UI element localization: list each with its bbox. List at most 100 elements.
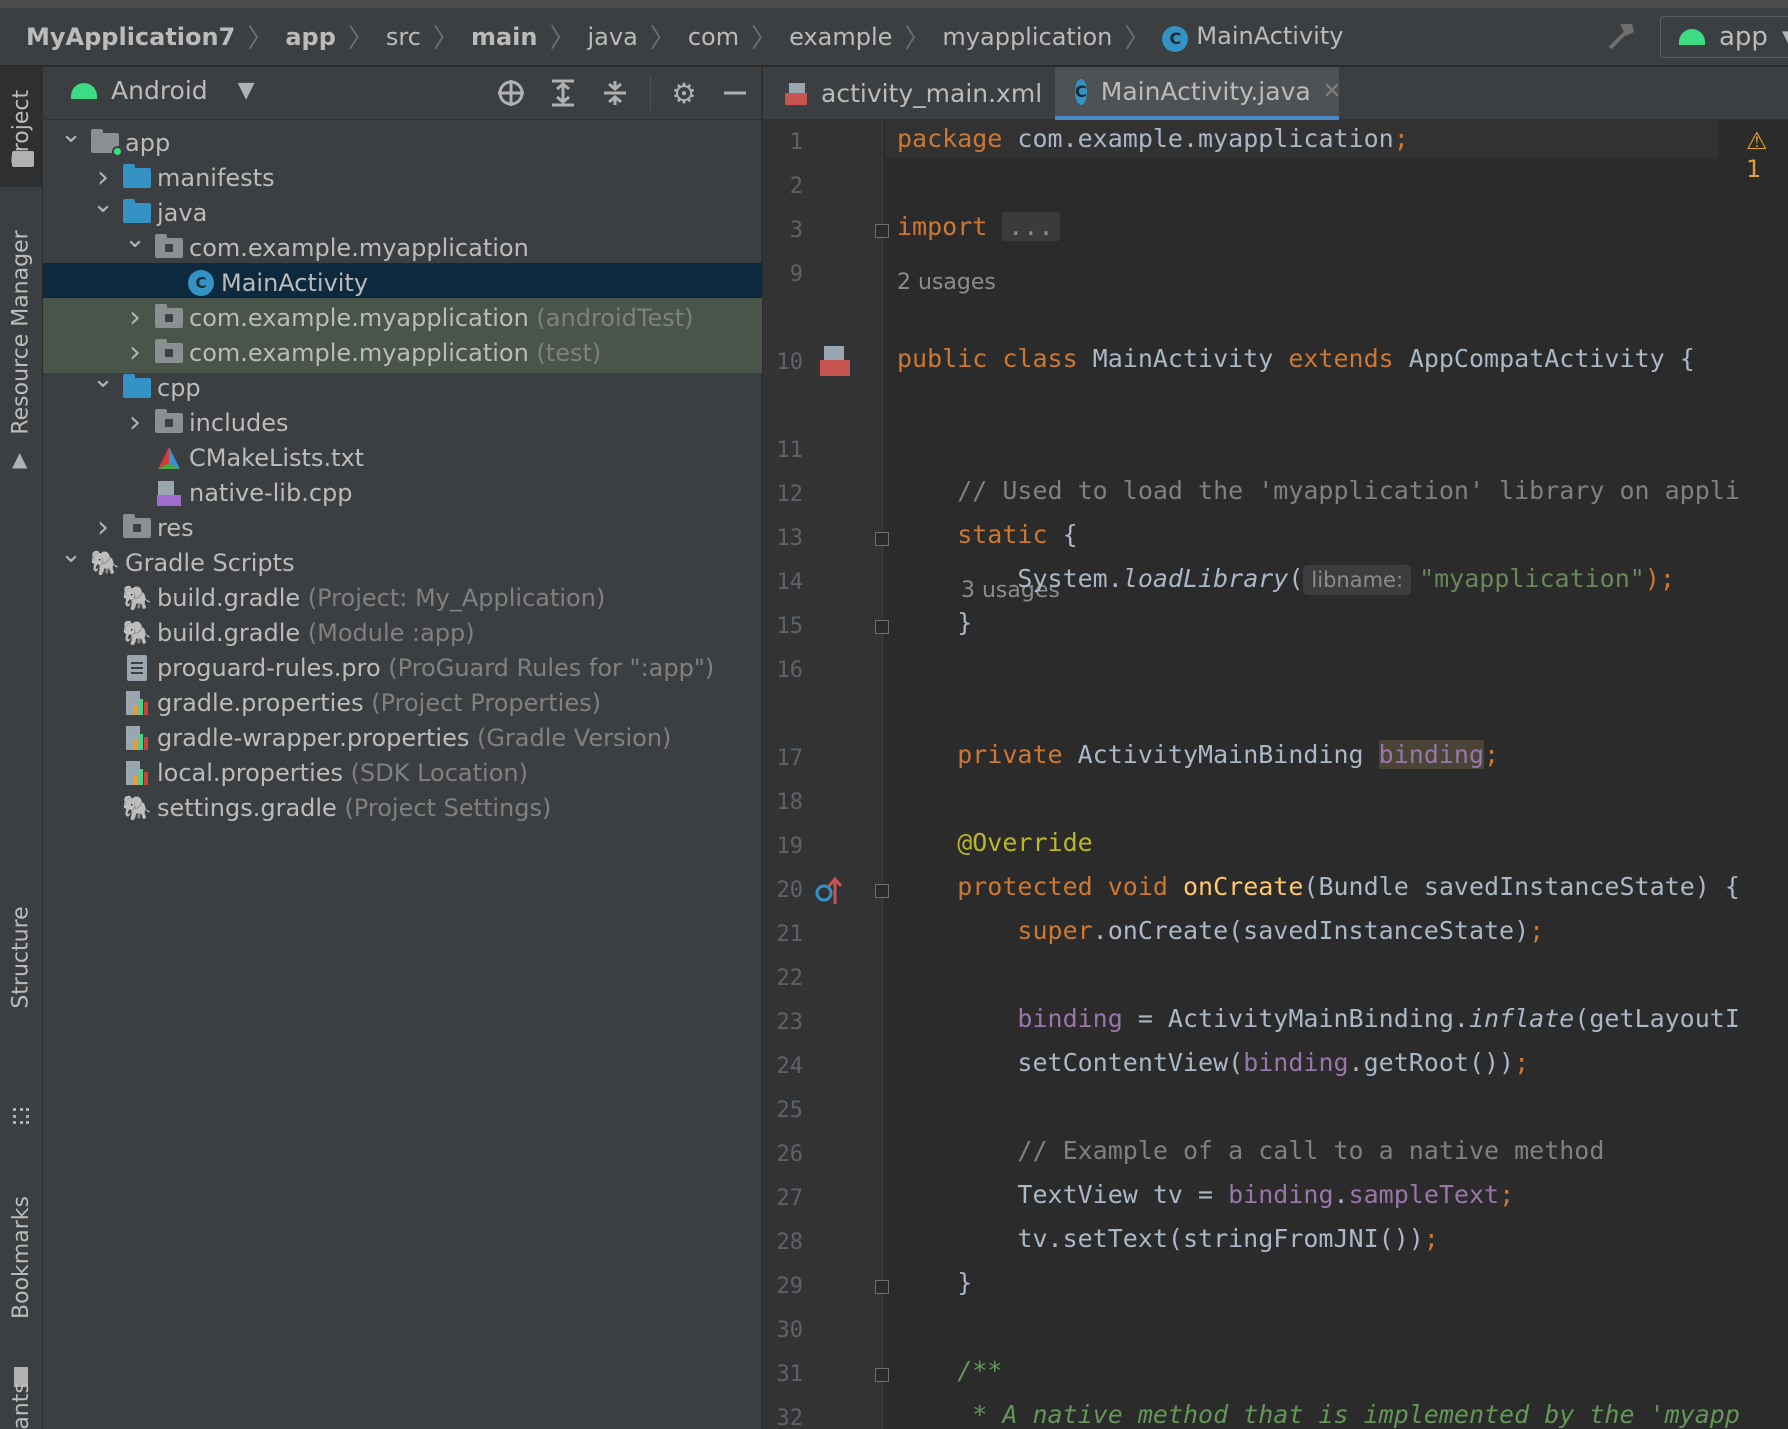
package-shape [155,304,183,328]
override-method-icon[interactable] [815,876,845,912]
tree-item[interactable]: gradle.properties (Project Properties) [43,683,762,723]
expand-all-icon[interactable] [545,75,581,111]
inspection-widget[interactable]: ⚠ 1 [1746,127,1788,183]
breadcrumb-item[interactable]: C MainActivity [1160,22,1345,52]
chevron-right-icon[interactable]: › [123,300,147,335]
breadcrumb-item[interactable]: app [283,23,338,51]
structure-icon [13,1108,29,1124]
code-area[interactable]: 2 usages 3 usages package com.example.myap… [763,120,1788,1429]
tree-item-hint: (ProGuard Rules for ":app") [380,654,715,682]
tree-item[interactable]: ⌄ java [43,189,762,233]
fold-icon[interactable] [875,620,889,634]
editor-tab[interactable]: activity_main.xml✕ [763,67,1073,120]
close-icon[interactable]: ✕ [1323,79,1341,104]
hide-panel-icon[interactable] [717,75,753,111]
folder-icon [123,199,151,227]
code-line: binding = ActivityMainBinding.inflate(ge… [897,1000,1740,1038]
tree-item[interactable]: proguard-rules.pro (ProGuard Rules for "… [43,648,762,688]
tree-item-name: cpp [157,374,201,402]
chevron-down-icon[interactable]: ⌄ [59,119,83,149]
tree-item[interactable]: › com.example.myapplication (test) [43,333,762,373]
code-token: binding [1228,1180,1334,1209]
collapse-all-icon[interactable] [597,75,633,111]
fold-expand-icon[interactable] [875,224,889,238]
folder-shape [123,374,151,398]
breadcrumb-item[interactable]: com [686,23,741,51]
fold-icon[interactable] [875,884,889,898]
chevron-right-icon: 〉 [751,24,778,54]
code-line: private ActivityMainBinding binding; [897,736,1499,774]
tree-item-name: proguard-rules.pro [157,654,381,682]
tool-tab-bookmarks[interactable]: Bookmarks [0,1167,43,1347]
tree-item-label: Gradle Scripts [125,549,295,577]
tree-item[interactable]: 🐘 build.gradle (Module :app) [43,613,762,653]
chevron-right-icon[interactable]: › [123,335,147,370]
chevron-down-icon[interactable]: ⌄ [59,539,83,569]
chevron-right-icon[interactable]: › [91,510,115,545]
breadcrumb-item[interactable]: main [469,23,540,51]
code-line: package com.example.myapplication; [897,120,1409,158]
usages-hint[interactable]: 2 usages [897,270,996,295]
tree-item[interactable]: 🐘 build.gradle (Project: My_Application) [43,578,762,618]
tree-item-name: native-lib.cpp [189,479,353,507]
gradle-elephant: 🐘 [122,584,152,612]
code-token: binding [1378,740,1485,769]
run-configuration-selector[interactable]: app ▼ [1660,16,1788,58]
chevron-down-icon: ▼ [237,78,255,103]
tree-item[interactable]: CMakeLists.txt [43,438,762,478]
build-hammer-icon[interactable] [1604,18,1640,54]
gear-icon[interactable]: ⚙ [666,75,702,111]
code-token: .getRoot()) [1348,1048,1515,1077]
tree-item[interactable]: › res [43,508,762,548]
chevron-right-icon: 〉 [432,24,459,54]
locate-icon[interactable] [493,75,529,111]
tool-tab-build-variants[interactable]: riants [0,1382,43,1429]
chevron-down-icon[interactable]: ⌄ [91,189,115,219]
fold-icon[interactable] [875,1368,889,1382]
code-token: ; [1499,1180,1515,1209]
tree-item[interactable]: gradle-wrapper.properties (Gradle Versio… [43,718,762,758]
package-shape [155,409,183,433]
folded-imports[interactable]: ... [1002,212,1060,241]
tree-item-label: res [157,514,194,542]
tool-tab-structure[interactable]: Structure [0,867,43,1047]
tool-tab-project[interactable]: Project [0,67,43,187]
fold-icon[interactable] [875,1280,889,1294]
tree-item[interactable]: ⌄ cpp [43,364,762,408]
tree-item[interactable]: local.properties (SDK Location) [43,753,762,793]
tree-item[interactable]: › com.example.myapplication (androidTest) [43,298,762,338]
breadcrumb-item[interactable]: example [787,23,894,51]
code-line: // Example of a call to a native method [897,1132,1604,1170]
folder-icon [12,151,34,167]
xml-layout-icon [783,81,809,107]
tree-item[interactable]: › manifests [43,158,762,198]
code-line: tv.setText(stringFromJNI()); [897,1220,1438,1258]
run-activity-icon[interactable] [818,344,852,384]
gradle-elephant: 🐘 [122,619,152,647]
breadcrumb-item[interactable]: MyApplication7 [24,23,237,51]
chevron-down-icon[interactable]: ⌄ [123,224,147,254]
tree-item[interactable]: C MainActivity [43,263,762,303]
folder-icon [123,164,151,192]
tree-item[interactable]: › includes [43,403,762,443]
tree-item[interactable]: ⌄ 🐘 Gradle Scripts [43,539,762,583]
breadcrumb-label: src [385,22,421,51]
breadcrumb-item[interactable]: java [586,23,640,51]
tree-item[interactable]: ⌄ com.example.myapplication [43,224,762,268]
project-view-selector[interactable]: Android ▼ [71,76,255,105]
tree-item[interactable]: native-lib.cpp [43,473,762,513]
chevron-down-icon[interactable]: ⌄ [91,364,115,394]
editor-tab[interactable]: C MainActivity.java ✕ [1055,67,1341,120]
chevron-right-icon[interactable]: › [123,405,147,440]
editor-tab-bar: activity_main.xml✕C MainActivity.java ✕ [763,67,1788,120]
code-token: tv.setText(stringFromJNI()) [897,1224,1424,1253]
breadcrumb-item[interactable]: src [384,23,423,51]
tool-tab-resource-manager[interactable]: Resource Manager [0,217,43,447]
tree-item[interactable]: 🐘 settings.gradle (Project Settings) [43,788,762,828]
fold-icon[interactable] [875,532,889,546]
warning-count: 1 [1746,155,1762,183]
gradle-icon: 🐘 [90,549,120,577]
tree-item[interactable]: ⌄ app [43,119,762,163]
gradle-icon: 🐘 [122,584,152,612]
breadcrumb-item[interactable]: myapplication [940,23,1114,51]
